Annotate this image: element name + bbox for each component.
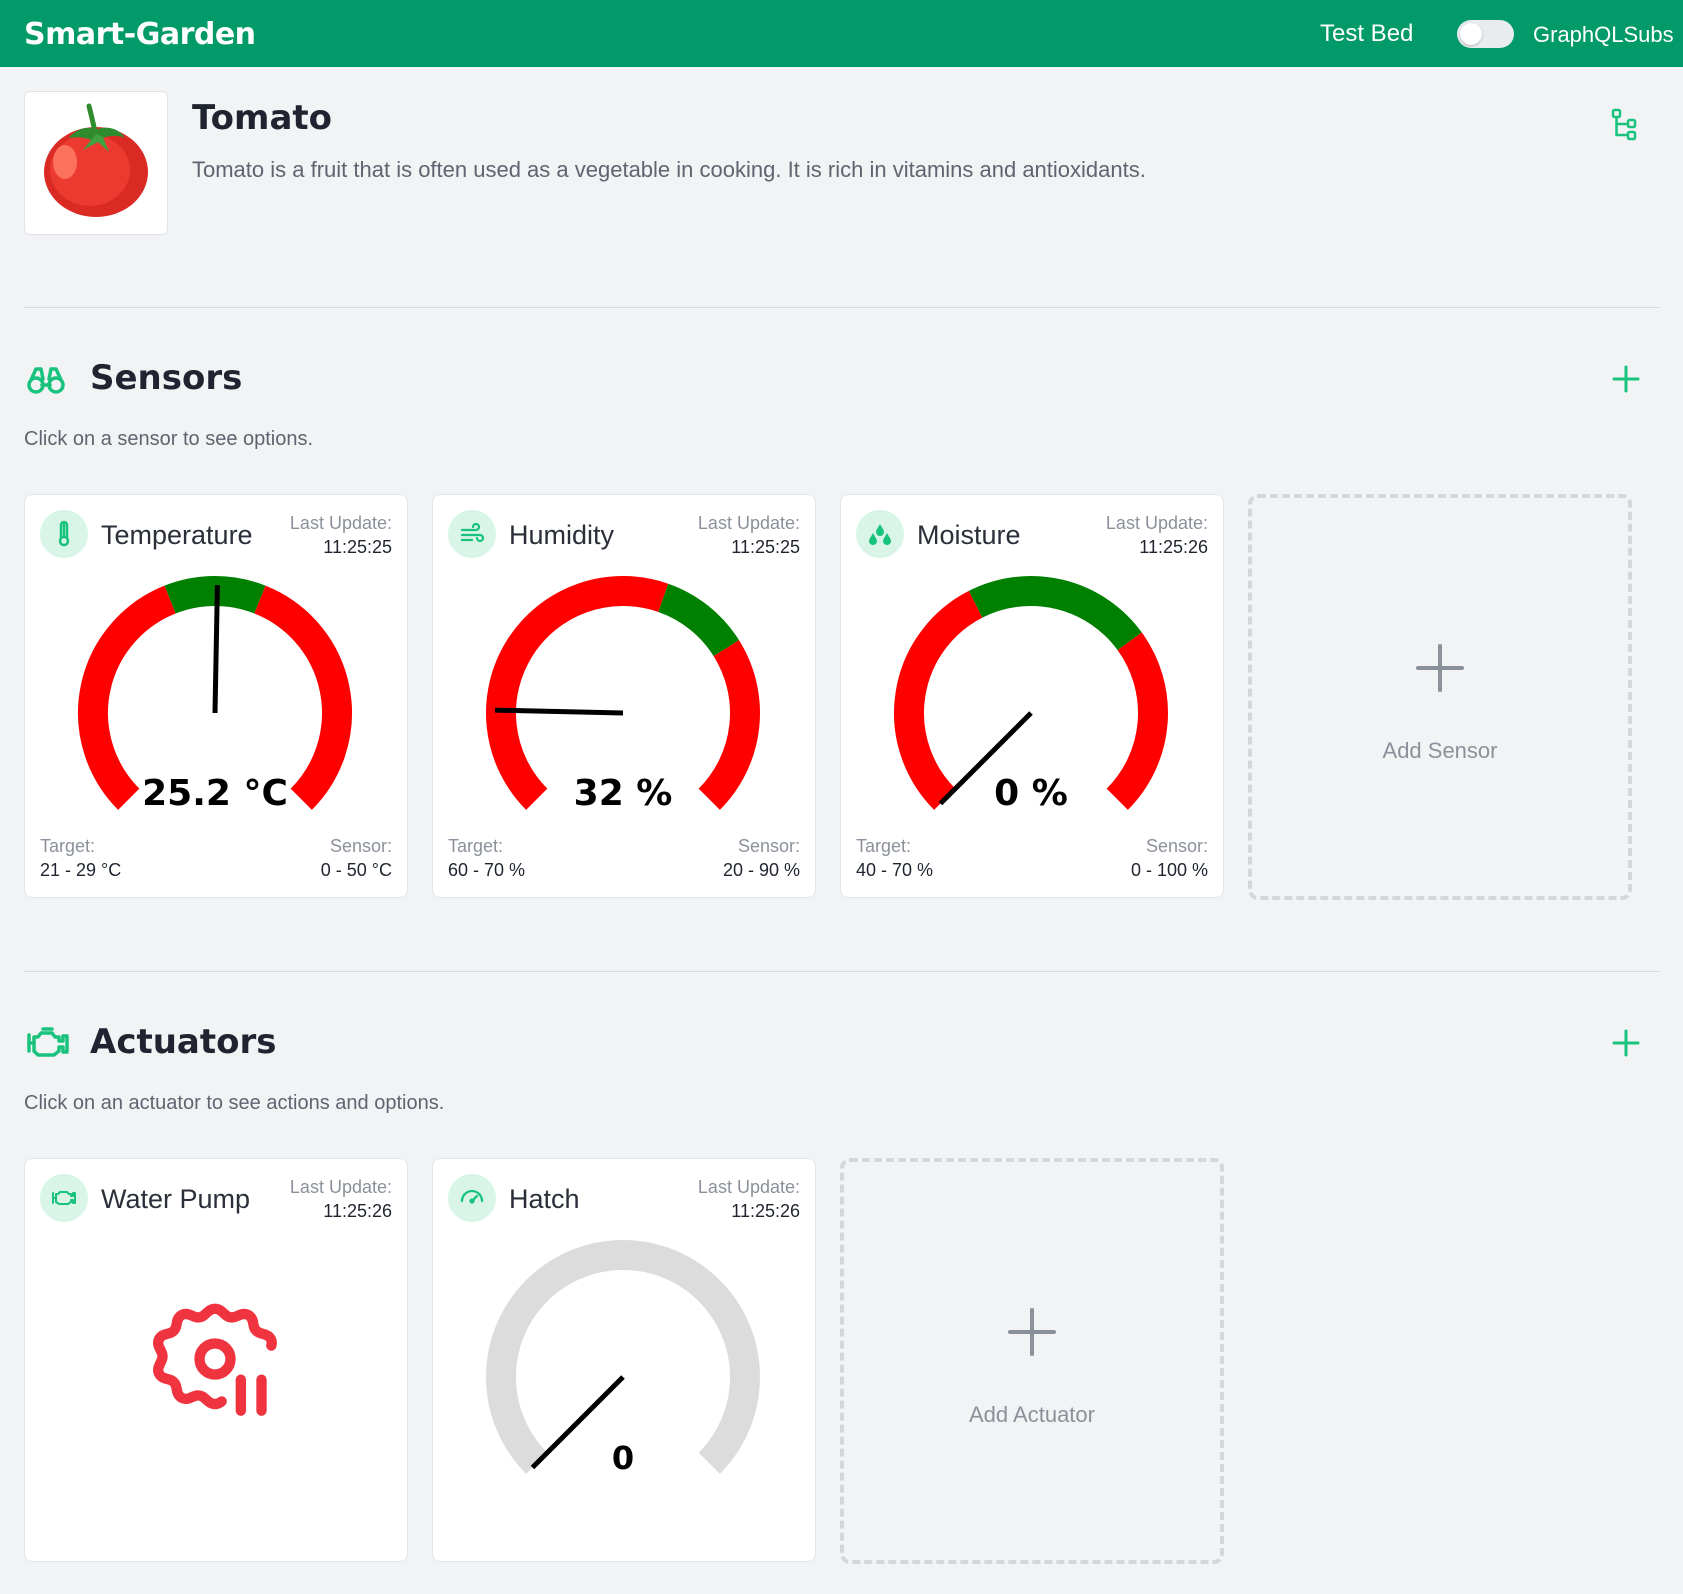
- sensor-card-humidity[interactable]: Humidity Last Update: 11:25:25 32 % Targ…: [432, 494, 816, 898]
- gauge-target-band: [968, 576, 1142, 651]
- toggle-knob: [1460, 23, 1482, 45]
- gauge-reading: 32 %: [574, 773, 673, 814]
- sensor-range-label: Sensor:: [329, 836, 392, 856]
- last-update-time: 11:25:25: [323, 537, 392, 557]
- actuators-title: Actuators: [90, 1022, 277, 1062]
- actuator-gauge: 0: [486, 1240, 760, 1477]
- actuator-card-hatch[interactable]: Hatch Last Update: 11:25:26 0: [432, 1158, 816, 1562]
- bed-name: Test Bed: [1320, 20, 1414, 47]
- plus-icon: [1415, 643, 1465, 698]
- last-update-label: Last Update:: [1105, 513, 1208, 533]
- sensor-gauge: 25.2 °C: [78, 576, 352, 814]
- divider: [24, 307, 1660, 308]
- last-update-label: Last Update:: [289, 513, 392, 533]
- add-sensor-label: Add Sensor: [1382, 738, 1498, 763]
- actuator-name: Water Pump: [101, 1184, 251, 1214]
- sitemap-icon[interactable]: [1611, 108, 1641, 147]
- last-update-label: Last Update:: [289, 1177, 392, 1197]
- target-label: Target:: [448, 836, 504, 856]
- engine-icon: [26, 1025, 70, 1064]
- gauge-target-band: [657, 583, 739, 657]
- gauge-track: [486, 1240, 760, 1474]
- gauge-low-band: [78, 585, 176, 810]
- divider: [24, 971, 1660, 972]
- add-sensor-card[interactable]: Add Sensor: [1248, 494, 1632, 900]
- target-label: Target:: [40, 836, 96, 856]
- top-bar: Smart-Garden Test Bed GraphQLSubs: [0, 0, 1683, 67]
- sensor-range: 0 - 100 %: [1130, 860, 1208, 880]
- last-update-time: 11:25:25: [731, 537, 800, 557]
- target-range: 40 - 70 %: [856, 860, 934, 880]
- gauge-icon: [448, 1174, 496, 1222]
- gauge-reading: 25.2 °C: [142, 773, 288, 814]
- gauge-high-band: [1106, 632, 1168, 810]
- sensors-title: Sensors: [90, 358, 243, 398]
- engine-icon: [40, 1174, 88, 1222]
- add-actuator-card[interactable]: Add Actuator: [840, 1158, 1224, 1564]
- sensor-name: Temperature: [101, 520, 253, 550]
- sensor-gauge: 32 %: [486, 576, 760, 814]
- gauge-needle: [494, 707, 624, 716]
- sensor-range: 20 - 90 %: [722, 860, 800, 880]
- sensor-gauge: 0 %: [894, 576, 1168, 814]
- add-actuator-plus-icon[interactable]: [1612, 1029, 1640, 1062]
- sensor-name: Moisture: [917, 520, 1021, 550]
- gauge-low-band: [486, 576, 669, 810]
- last-update-time: 11:25:26: [731, 1201, 800, 1221]
- target-range: 21 - 29 °C: [40, 860, 122, 880]
- gauge-low-band: [894, 590, 983, 810]
- sensor-name: Humidity: [509, 520, 615, 550]
- graphql-subs-toggle[interactable]: [1457, 20, 1514, 48]
- sensor-range-label: Sensor:: [737, 836, 800, 856]
- plant-description: Tomato is a fruit that is often used as …: [192, 157, 1146, 182]
- sensor-card-moisture[interactable]: Moisture Last Update: 11:25:26 0 % Targe…: [840, 494, 1224, 898]
- sensors-hint: Click on a sensor to see options.: [24, 428, 314, 450]
- last-update-time: 11:25:26: [323, 1201, 392, 1221]
- tomato-image: [24, 91, 168, 235]
- brand-title[interactable]: Smart-Garden: [24, 17, 256, 52]
- gauge-high-band: [254, 585, 352, 810]
- plus-icon: [1007, 1307, 1057, 1362]
- target-label: Target:: [856, 836, 912, 856]
- gauge-high-band: [698, 640, 760, 810]
- add-sensor-plus-icon[interactable]: [1612, 365, 1640, 398]
- droplets-icon: [856, 510, 904, 558]
- last-update-label: Last Update:: [697, 513, 800, 533]
- gauge-reading: 0: [612, 1439, 634, 1477]
- wind-icon: [448, 510, 496, 558]
- gauge-reading: 0 %: [994, 773, 1068, 814]
- target-range: 60 - 70 %: [448, 860, 526, 880]
- thermometer-icon: [40, 510, 88, 558]
- gauge-needle: [212, 584, 220, 714]
- binoculars-icon: [26, 365, 66, 400]
- sensor-card-temperature[interactable]: Temperature Last Update: 11:25:25 25.2 °…: [24, 494, 408, 898]
- actuators-hint: Click on an actuator to see actions and …: [24, 1092, 445, 1114]
- sensor-range-label: Sensor:: [1145, 836, 1208, 856]
- sensor-range: 0 - 50 °C: [320, 860, 392, 880]
- actuator-name: Hatch: [509, 1184, 580, 1214]
- toggle-label: GraphQLSubs: [1533, 22, 1674, 47]
- last-update-time: 11:25:26: [1139, 537, 1208, 557]
- actuator-card-water-pump[interactable]: Water Pump Last Update: 11:25:26: [24, 1158, 408, 1562]
- settings-pause-icon: [153, 1297, 277, 1426]
- add-actuator-label: Add Actuator: [969, 1402, 1095, 1427]
- last-update-label: Last Update:: [697, 1177, 800, 1197]
- plant-name: Tomato: [192, 98, 333, 138]
- gauge-needle: [530, 1375, 625, 1470]
